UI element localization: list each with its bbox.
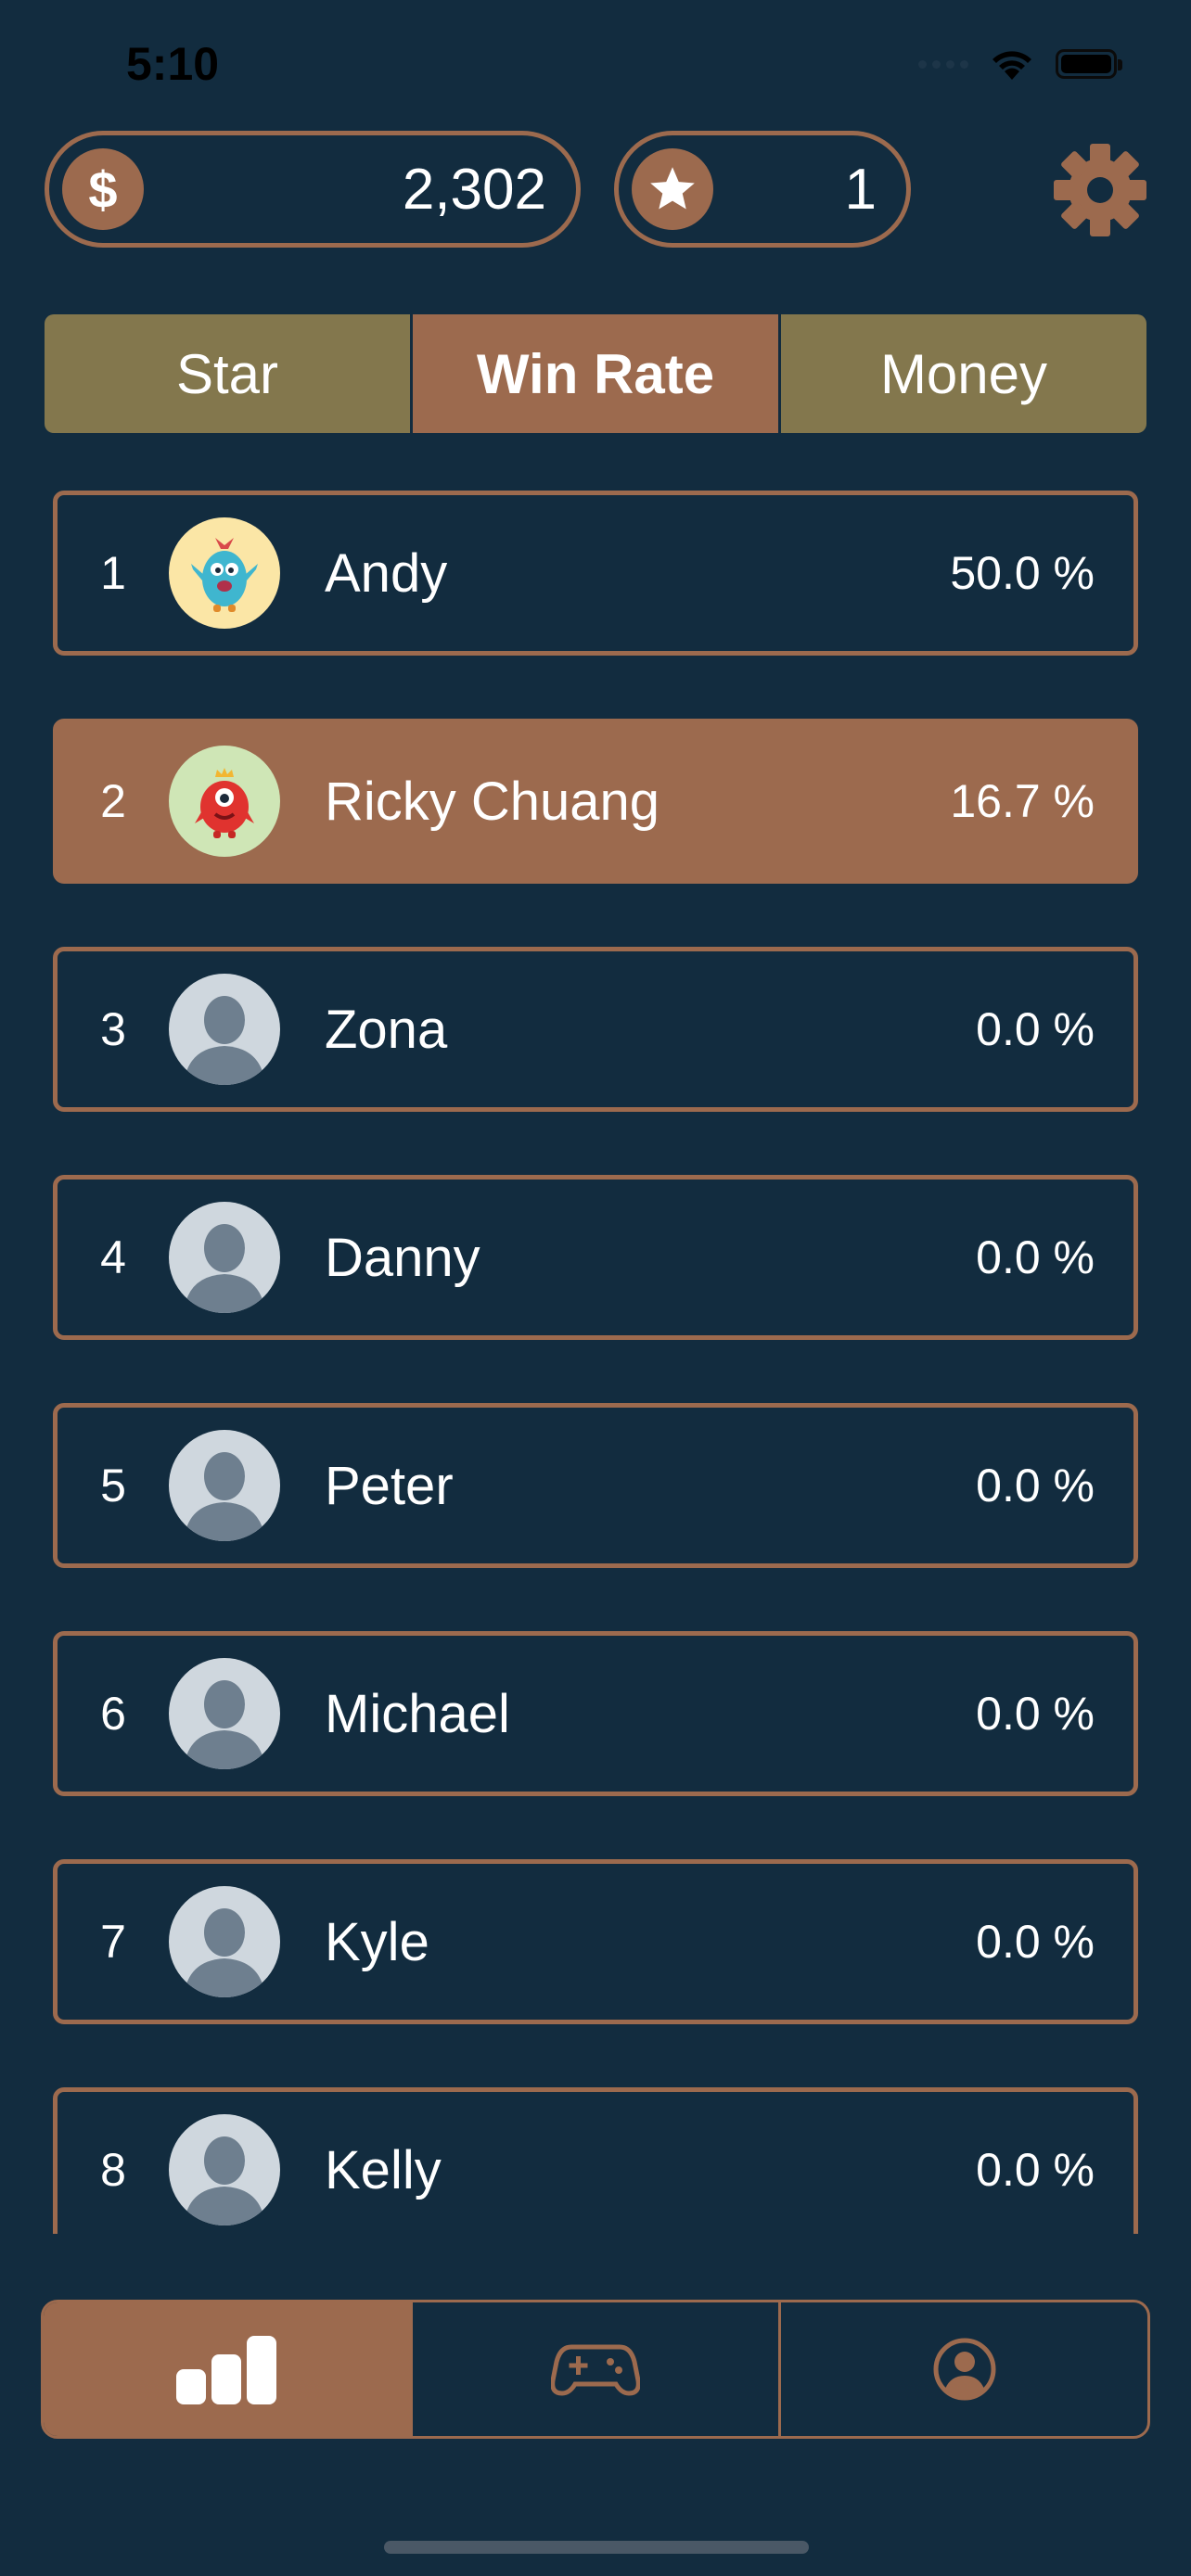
home-indicator[interactable]	[384, 2541, 809, 2554]
profile-icon	[933, 2338, 996, 2401]
avatar	[169, 517, 280, 629]
settings-button[interactable]	[1054, 144, 1146, 236]
gear-icon	[1054, 144, 1146, 236]
rank-number: 6	[100, 1688, 126, 1740]
coins-balance[interactable]: $ 2,302	[45, 131, 581, 248]
win-rate-value: 0.0 %	[976, 1003, 1095, 1055]
default-person-icon	[184, 2136, 265, 2225]
player-name: Danny	[325, 1227, 480, 1288]
tab-win-rate[interactable]: Win Rate	[410, 314, 778, 433]
avatar	[169, 1202, 280, 1313]
default-person-icon	[184, 1452, 265, 1541]
player-name: Zona	[325, 999, 448, 1060]
list-item[interactable]: 4 Danny 0.0 %	[53, 1175, 1138, 1340]
tab-leaderboard[interactable]	[44, 2302, 410, 2436]
default-person-icon	[184, 1680, 265, 1769]
leaderboard-list[interactable]: 1 Andy 50.0 % 2 Ricky Chuang 16.7 % 3 Zo…	[53, 491, 1138, 2234]
rank-number: 4	[100, 1231, 126, 1283]
tab-profile[interactable]	[778, 2302, 1147, 2436]
win-rate-value: 0.0 %	[976, 1688, 1095, 1740]
wifi-icon	[992, 51, 1031, 80]
default-person-icon	[184, 1224, 265, 1313]
player-name: Peter	[325, 1455, 454, 1516]
rank-number: 5	[100, 1460, 126, 1511]
red-monster-icon	[195, 768, 254, 838]
default-person-icon	[184, 996, 265, 1085]
list-item[interactable]: 8 Kelly 0.0 %	[53, 2087, 1138, 2234]
avatar	[169, 1886, 280, 1997]
tab-money[interactable]: Money	[778, 314, 1146, 433]
avatar	[169, 2114, 280, 2225]
star-icon	[632, 148, 713, 230]
win-rate-value: 0.0 %	[976, 1231, 1095, 1283]
win-rate-value: 0.0 %	[976, 1916, 1095, 1968]
signal-icon	[918, 59, 968, 69]
rank-number: 8	[100, 2144, 126, 2196]
list-item[interactable]: 3 Zona 0.0 %	[53, 947, 1138, 1112]
stars-balance[interactable]: 1	[614, 131, 911, 248]
list-item[interactable]: 7 Kyle 0.0 %	[53, 1859, 1138, 2024]
player-name: Michael	[325, 1683, 510, 1744]
status-time: 5:10	[126, 38, 220, 90]
list-item[interactable]: 5 Peter 0.0 %	[53, 1403, 1138, 1568]
stars-value: 1	[844, 157, 877, 222]
dollar-icon: $	[62, 148, 144, 230]
rank-number: 7	[100, 1916, 126, 1968]
tab-game[interactable]	[409, 2302, 779, 2436]
list-item[interactable]: 1 Andy 50.0 %	[53, 491, 1138, 656]
leaderboard-icon	[176, 2336, 277, 2404]
list-item[interactable]: 2 Ricky Chuang 16.7 %	[53, 719, 1138, 884]
bottom-tab-bar	[41, 2300, 1150, 2439]
rank-number: 3	[100, 1003, 126, 1055]
player-name: Andy	[325, 542, 448, 604]
win-rate-value: 16.7 %	[950, 775, 1095, 827]
player-name: Kelly	[325, 2139, 442, 2200]
status-icons	[918, 46, 1122, 82]
win-rate-value: 0.0 %	[976, 2144, 1095, 2196]
blue-monster-icon	[191, 538, 258, 612]
player-name: Kyle	[325, 1911, 429, 1972]
player-name: Ricky Chuang	[325, 771, 660, 832]
list-item[interactable]: 6 Michael 0.0 %	[53, 1631, 1138, 1796]
avatar	[169, 1430, 280, 1541]
rank-number: 2	[100, 775, 126, 827]
avatar	[169, 746, 280, 857]
avatar	[169, 1658, 280, 1769]
avatar	[169, 974, 280, 1085]
default-person-icon	[184, 1908, 265, 1997]
ranking-tabs: Star Win Rate Money	[45, 314, 1146, 433]
win-rate-value: 50.0 %	[950, 547, 1095, 599]
coins-value: 2,302	[402, 157, 546, 222]
tab-star[interactable]: Star	[45, 314, 410, 433]
rank-number: 1	[100, 547, 126, 599]
battery-icon	[1056, 49, 1122, 79]
gamepad-icon	[551, 2344, 640, 2396]
win-rate-value: 0.0 %	[976, 1460, 1095, 1511]
